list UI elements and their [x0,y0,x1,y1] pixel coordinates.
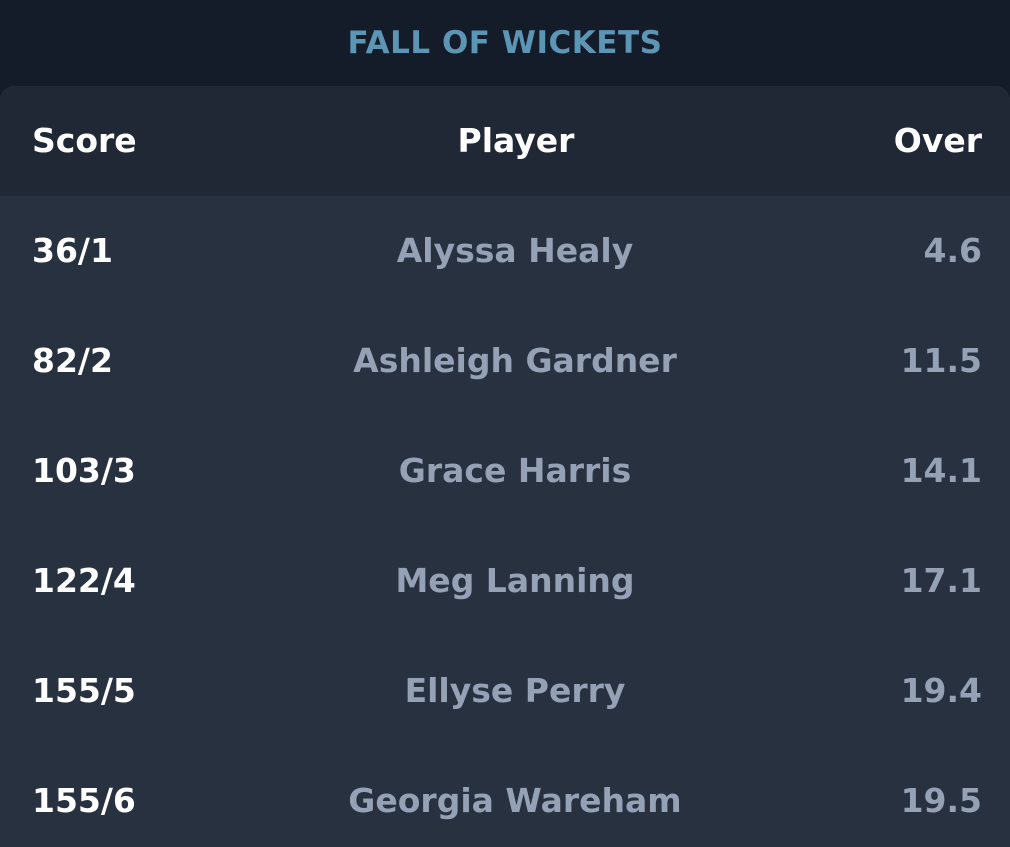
table-row: 155/6 Georgia Wareham 19.5 [0,746,1010,847]
player-column-header: Player [457,121,575,160]
wicket-player: Ashleigh Gardner [353,341,677,380]
wicket-player: Alyssa Healy [396,231,634,270]
table-row: 155/5 Ellyse Perry 19.4 [0,636,1010,746]
wicket-player: Grace Harris [398,451,632,490]
wicket-over: 17.1 [900,561,982,600]
wicket-over: 19.5 [900,781,982,820]
table-row: 103/3 Grace Harris 14.1 [0,416,1010,526]
wicket-player: Ellyse Perry [404,671,626,710]
table-row: 122/4 Meg Lanning 17.1 [0,526,1010,636]
fall-of-wickets-table: Score Player Over 36/1 Alyssa Healy 4.6 … [0,86,1010,847]
section-title: FALL OF WICKETS [347,25,663,61]
wicket-over: 4.6 [923,231,982,270]
over-column-header: Over [893,121,982,160]
wicket-over: 11.5 [900,341,982,380]
table-header: Score Player Over [0,86,1010,196]
wicket-over: 14.1 [900,451,982,490]
wicket-over: 19.4 [900,671,982,710]
fall-of-wickets-screen: FALL OF WICKETS Score Player Over 36/1 A… [0,0,1010,847]
wicket-player: Georgia Wareham [348,781,682,820]
wicket-player: Meg Lanning [395,561,635,600]
table-row: 36/1 Alyssa Healy 4.6 [0,196,1010,306]
table-row: 82/2 Ashleigh Gardner 11.5 [0,306,1010,416]
